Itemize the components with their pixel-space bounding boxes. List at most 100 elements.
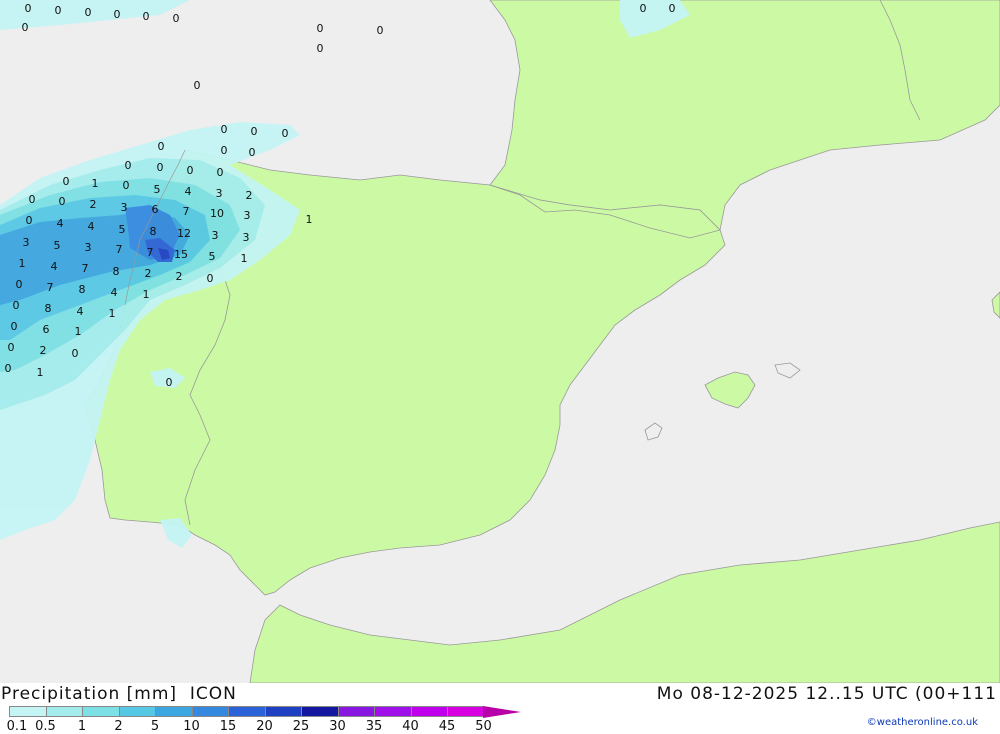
precip-value: 0 [59, 195, 66, 208]
legend-tick-label: 40 [402, 719, 419, 734]
legend-tick-label: 25 [292, 719, 310, 734]
legend-swatch [374, 706, 411, 717]
legend-swatch [45, 706, 82, 717]
precipitation-map: 0 0 0 0 0 00 0 000 000 0 00 0 00 1 0 5 4 3 20 0 2 3 6 7 10 3 10 4 4 5… [0, 0, 1000, 683]
precip-value: 6 [43, 323, 50, 336]
precip-value: 0 [143, 10, 150, 23]
precip-value: 0 [157, 161, 164, 174]
precip-value: 0 [640, 2, 647, 15]
precip-value: 3 [216, 187, 223, 200]
precip-value: 15 [174, 248, 188, 261]
legend-tick-label: 50 [475, 719, 492, 734]
precip-value: 0 [377, 24, 384, 37]
precip-value: 0 [194, 79, 201, 92]
precip-value: 2 [40, 344, 47, 357]
precip-value: 0 [8, 341, 15, 354]
precip-value: 2 [246, 189, 253, 202]
precip-value: 1 [37, 366, 44, 379]
legend-tick-label: 15 [219, 719, 237, 734]
precip-value: 0 [5, 362, 12, 375]
precip-value: 0 [166, 376, 173, 389]
precip-value: 0 [158, 140, 165, 153]
precip-value: 0 [317, 42, 324, 55]
legend-swatch [447, 706, 484, 717]
legend-tick-label: 45 [438, 719, 456, 734]
precip-value: 1 [241, 252, 248, 265]
precip-value: 10 [210, 207, 224, 220]
precip-value: 0 [123, 179, 130, 192]
legend-tick-label: 5 [150, 719, 160, 734]
precip-value: 7 [116, 243, 123, 256]
precip-value: 0 [249, 146, 256, 159]
precip-value: 1 [306, 213, 313, 226]
legend-tick-label: 10 [183, 719, 200, 734]
precip-value: 6 [152, 203, 159, 216]
precip-value: 8 [113, 265, 120, 278]
legend-tick-label: 30 [329, 719, 346, 734]
precip-value: 1 [109, 307, 116, 320]
legend-swatch [118, 706, 155, 717]
precip-value: 8 [150, 225, 157, 238]
map-title: Precipitation [mm] ICON [1, 684, 237, 704]
precip-value: 7 [147, 246, 154, 259]
legend-swatch [301, 706, 338, 717]
precip-value: 0 [125, 159, 132, 172]
precip-value: 0 [187, 164, 194, 177]
precip-value: 0 [55, 4, 62, 17]
precip-value: 7 [82, 262, 89, 275]
precip-value: 0 [22, 21, 29, 34]
legend-swatch [228, 706, 265, 717]
precip-value: 0 [114, 8, 121, 21]
legend-arrow [482, 705, 521, 718]
legend-tick-label: 0.1 [6, 719, 28, 734]
precip-value: 5 [54, 239, 61, 252]
precip-value: 8 [45, 302, 52, 315]
precip-value: 5 [119, 223, 126, 236]
precip-value: 4 [111, 286, 118, 299]
legend-tick-label: 35 [365, 719, 383, 734]
precip-value: 0 [669, 2, 676, 15]
precip-value: 0 [221, 123, 228, 136]
precip-value: 1 [143, 288, 150, 301]
legend-swatch [82, 706, 119, 717]
precip-value: 4 [51, 260, 58, 273]
precip-value: 0 [26, 214, 33, 227]
precip-value: 5 [209, 250, 216, 263]
precip-value: 0 [207, 272, 214, 285]
legend-swatch [191, 706, 228, 717]
precip-value: 0 [173, 12, 180, 25]
legend-swatch [337, 706, 374, 717]
precip-value: 1 [75, 325, 82, 338]
precip-value: 3 [85, 241, 92, 254]
precip-value: 0 [85, 6, 92, 19]
precip-value: 4 [57, 217, 64, 230]
precip-value: 7 [47, 281, 54, 294]
precip-value: 2 [145, 267, 152, 280]
legend-swatch [155, 706, 192, 717]
precip-value: 0 [221, 144, 228, 157]
precip-value: 8 [79, 283, 86, 296]
precip-value: 0 [29, 193, 36, 206]
precip-value: 0 [13, 299, 20, 312]
precip-value: 3 [243, 231, 250, 244]
legend-swatch [264, 706, 301, 717]
precip-value: 2 [176, 270, 183, 283]
precip-value: 0 [317, 22, 324, 35]
legend-tick-label: 20 [256, 719, 273, 734]
credit-link[interactable]: ©weatheronline.co.uk [867, 717, 978, 728]
precip-value: 4 [88, 220, 95, 233]
legend-tick-label: 2 [114, 719, 123, 734]
precip-value: 1 [19, 257, 26, 270]
precip-value: 0 [282, 127, 289, 140]
color-legend [9, 705, 521, 718]
precip-value: 7 [183, 205, 190, 218]
precip-value: 0 [217, 166, 224, 179]
legend-swatch [410, 706, 447, 717]
precip-value: 2 [90, 198, 97, 211]
precip-value: 4 [185, 185, 192, 198]
precip-value: 3 [121, 201, 128, 214]
precip-value: 5 [154, 183, 161, 196]
precip-value: 0 [63, 175, 70, 188]
valid-time: Mo 08-12-2025 12..15 UTC (00+111 [656, 684, 997, 704]
precip-value: 1 [92, 177, 99, 190]
